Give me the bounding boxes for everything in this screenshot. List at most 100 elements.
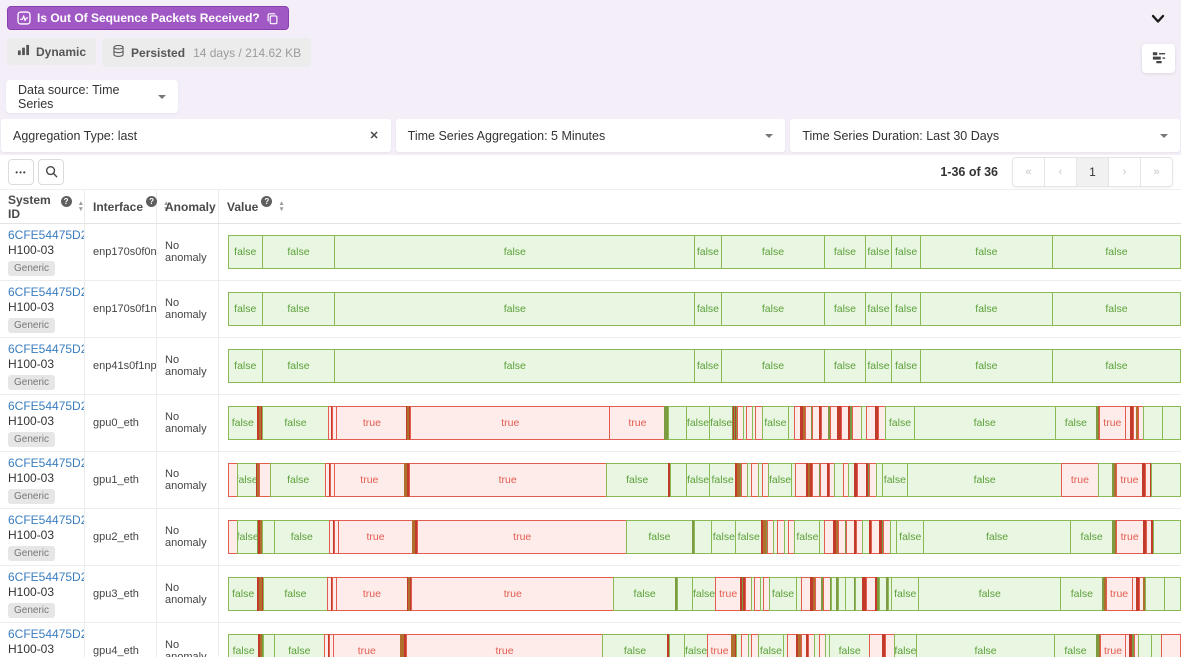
- caret-down-icon: [765, 134, 773, 138]
- system-id-link[interactable]: 6CFE54475D28: [8, 285, 84, 299]
- value-segment: [1162, 406, 1181, 440]
- value-segment: false: [1060, 577, 1103, 611]
- value-timeline-bar[interactable]: falsefalsetruetruefalsefalsefalsefalsefa…: [228, 463, 1181, 497]
- system-name: H100-03: [8, 300, 84, 314]
- value-timeline-bar[interactable]: falsefalsetruetruetruefalsefalsefalsefal…: [228, 406, 1181, 440]
- value-timeline-bar[interactable]: falsefalsetruetruefalsefalsefalsefalsefa…: [228, 520, 1181, 554]
- system-id-link[interactable]: 6CFE54475D28: [8, 342, 84, 356]
- value-segment: true: [1100, 634, 1126, 657]
- search-button[interactable]: [38, 159, 64, 185]
- value-segment: false: [907, 463, 1062, 497]
- more-options-button[interactable]: •••: [8, 159, 34, 185]
- value-segment: true: [707, 634, 732, 657]
- sort-icon[interactable]: ▲▼: [278, 201, 284, 212]
- ts-duration-select[interactable]: Time Series Duration: Last 30 Days: [790, 119, 1180, 152]
- table-header: System ID ? ▲▼ Interface ? ▲▼ Anomaly Va…: [0, 189, 1181, 224]
- metric-title-badge[interactable]: Is Out Of Sequence Packets Received?: [7, 6, 289, 30]
- table-row: 6CFE54475D28H100-03Genericenp170s0f0np0N…: [0, 224, 1181, 281]
- caret-down-icon: [158, 95, 166, 99]
- system-id-link[interactable]: 6CFE54475D28: [8, 513, 84, 527]
- help-icon[interactable]: ?: [61, 196, 72, 207]
- cell-interface: enp41s0f1np1: [85, 338, 157, 394]
- value-timeline-bar[interactable]: falsefalsetruetruefalsefalsetruefalsefal…: [228, 577, 1181, 611]
- persisted-button[interactable]: Persisted 14 days / 214.62 KB: [102, 38, 311, 67]
- value-segment: false: [923, 520, 1071, 554]
- value-segment: false: [613, 577, 675, 611]
- value-segment: false: [891, 349, 921, 383]
- help-icon[interactable]: ?: [261, 196, 272, 207]
- column-header-value[interactable]: Value ? ▲▼: [219, 190, 1181, 223]
- system-id-link[interactable]: 6CFE54475D28: [8, 627, 84, 641]
- value-segment: false: [1054, 634, 1097, 657]
- value-segment: false: [626, 520, 692, 554]
- value-segment: false: [684, 634, 708, 657]
- clear-icon[interactable]: ✕: [369, 129, 378, 142]
- value-segment: false: [920, 349, 1053, 383]
- value-segment: false: [891, 577, 919, 611]
- manage-fields-icon: [1152, 51, 1166, 67]
- value-segment: false: [824, 292, 865, 326]
- sort-icon[interactable]: ▲▼: [78, 201, 84, 212]
- first-page-button[interactable]: «: [1012, 157, 1045, 187]
- value-segment: false: [262, 235, 336, 269]
- system-id-link[interactable]: 6CFE54475D28: [8, 456, 84, 470]
- dynamic-button[interactable]: Dynamic: [7, 38, 96, 65]
- value-segment: true: [406, 634, 603, 657]
- table-row: 6CFE54475D28H100-03Genericenp41s0f1np1No…: [0, 338, 1181, 395]
- ts-aggregation-select[interactable]: Time Series Aggregation: 5 Minutes: [396, 119, 786, 152]
- value-timeline-bar[interactable]: falsefalsetruetruefalsefalsetruefalsefal…: [228, 634, 1181, 657]
- value-timeline-bar[interactable]: falsefalsefalsefalsefalsefalsefalsefalse…: [228, 292, 1181, 326]
- persisted-info: 14 days / 214.62 KB: [193, 46, 301, 60]
- value-segment: [1098, 463, 1114, 497]
- value-segment: true: [715, 577, 741, 611]
- collapse-panel-button[interactable]: [1147, 8, 1169, 31]
- aggregation-type-select[interactable]: Aggregation Type: last ✕: [1, 119, 391, 152]
- copy-icon[interactable]: [266, 12, 279, 25]
- dynamic-icon: [17, 44, 30, 59]
- value-segment: false: [274, 634, 325, 657]
- value-segment: false: [721, 349, 825, 383]
- help-icon[interactable]: ?: [146, 196, 157, 207]
- last-page-button[interactable]: »: [1140, 157, 1173, 187]
- column-label: System ID: [8, 193, 58, 221]
- system-id-link[interactable]: 6CFE54475D28: [8, 228, 84, 242]
- current-page-button[interactable]: 1: [1076, 157, 1109, 187]
- value-timeline-bar[interactable]: falsefalsefalsefalsefalsefalsefalsefalse…: [228, 349, 1181, 383]
- column-header-system-id[interactable]: System ID ? ▲▼: [0, 190, 85, 223]
- value-segment: false: [794, 520, 820, 554]
- panel-options-button[interactable]: [1142, 44, 1175, 73]
- caret-down-icon: [1160, 134, 1168, 138]
- value-segment: false: [692, 577, 716, 611]
- value-segment: false: [709, 463, 737, 497]
- table-row: 6CFE54475D28H100-03Genericgpu3_ethNo ano…: [0, 566, 1181, 623]
- cell-value: falsefalsefalsefalsefalsefalsefalsefalse…: [219, 338, 1181, 394]
- data-source-select[interactable]: Data source: Time Series: [6, 80, 178, 113]
- ts-duration-value: Time Series Duration: Last 30 Days: [802, 129, 999, 143]
- column-header-interface[interactable]: Interface ? ▲▼: [85, 190, 157, 223]
- next-page-button[interactable]: ›: [1108, 157, 1141, 187]
- value-segment: false: [1052, 292, 1181, 326]
- value-segment: false: [865, 292, 893, 326]
- system-id-link[interactable]: 6CFE54475D28: [8, 399, 84, 413]
- cell-interface: enp170s0f0np0: [85, 224, 157, 280]
- cell-value: falsefalsetruetruefalsefalsefalsefalsefa…: [219, 509, 1181, 565]
- value-segment: false: [721, 235, 825, 269]
- system-id-link[interactable]: 6CFE54475D28: [8, 570, 84, 584]
- filters-row: Aggregation Type: last ✕ Time Series Agg…: [0, 113, 1181, 152]
- value-segment: false: [896, 520, 924, 554]
- column-header-anomaly[interactable]: Anomaly: [157, 190, 219, 223]
- value-segment: false: [735, 520, 762, 554]
- cell-system-id: 6CFE54475D28H100-03Generic: [0, 395, 85, 451]
- value-segment: false: [829, 634, 870, 657]
- cell-value: falsefalsetruetruefalsefalsetruefalsefal…: [219, 623, 1181, 657]
- value-segment: false: [1052, 235, 1181, 269]
- value-timeline-bar[interactable]: falsefalsefalsefalsefalsefalsefalsefalse…: [228, 235, 1181, 269]
- cell-interface: gpu4_eth: [85, 623, 157, 657]
- column-label: Interface: [93, 200, 143, 214]
- system-name: H100-03: [8, 585, 84, 599]
- value-segment: false: [721, 292, 825, 326]
- column-label: Value: [227, 200, 258, 214]
- value-segment: false: [262, 292, 336, 326]
- dynamic-label: Dynamic: [36, 45, 86, 59]
- prev-page-button[interactable]: ‹: [1044, 157, 1077, 187]
